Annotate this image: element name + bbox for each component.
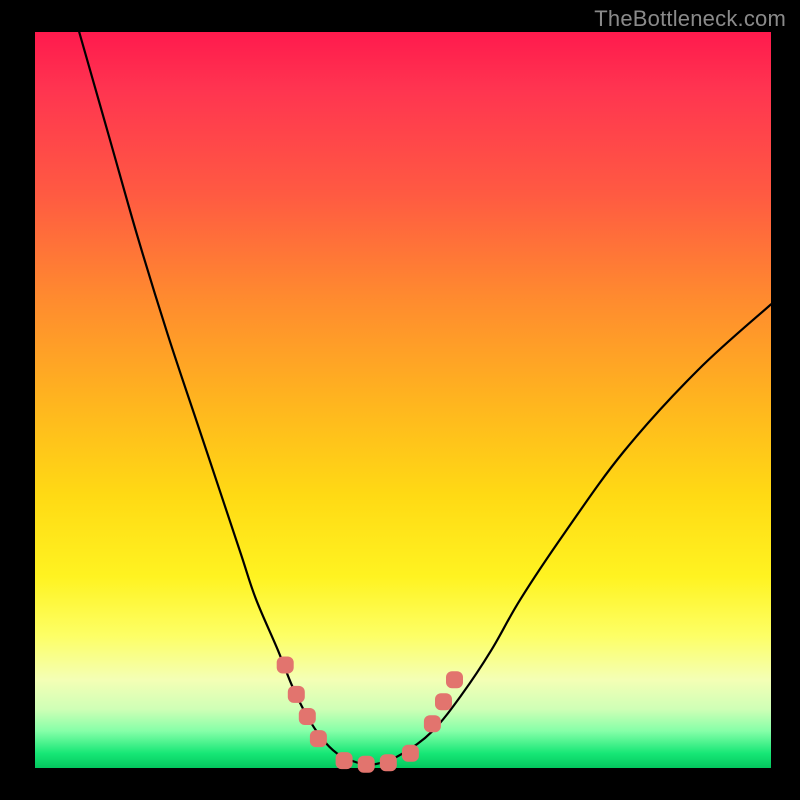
marker-point — [299, 708, 316, 725]
marker-point — [446, 671, 463, 688]
marker-group — [277, 657, 463, 773]
watermark-text: TheBottleneck.com — [594, 6, 786, 32]
marker-point — [288, 686, 305, 703]
marker-point — [336, 752, 353, 769]
bottleneck-curve — [79, 32, 771, 765]
marker-point — [358, 756, 375, 773]
marker-point — [310, 730, 327, 747]
chart-frame: TheBottleneck.com — [0, 0, 800, 800]
marker-point — [277, 657, 294, 674]
chart-svg — [35, 32, 771, 768]
curve-layer — [79, 32, 771, 765]
marker-point — [435, 693, 452, 710]
plot-area — [35, 32, 771, 768]
marker-point — [380, 754, 397, 771]
marker-point — [424, 715, 441, 732]
marker-point — [402, 745, 419, 762]
